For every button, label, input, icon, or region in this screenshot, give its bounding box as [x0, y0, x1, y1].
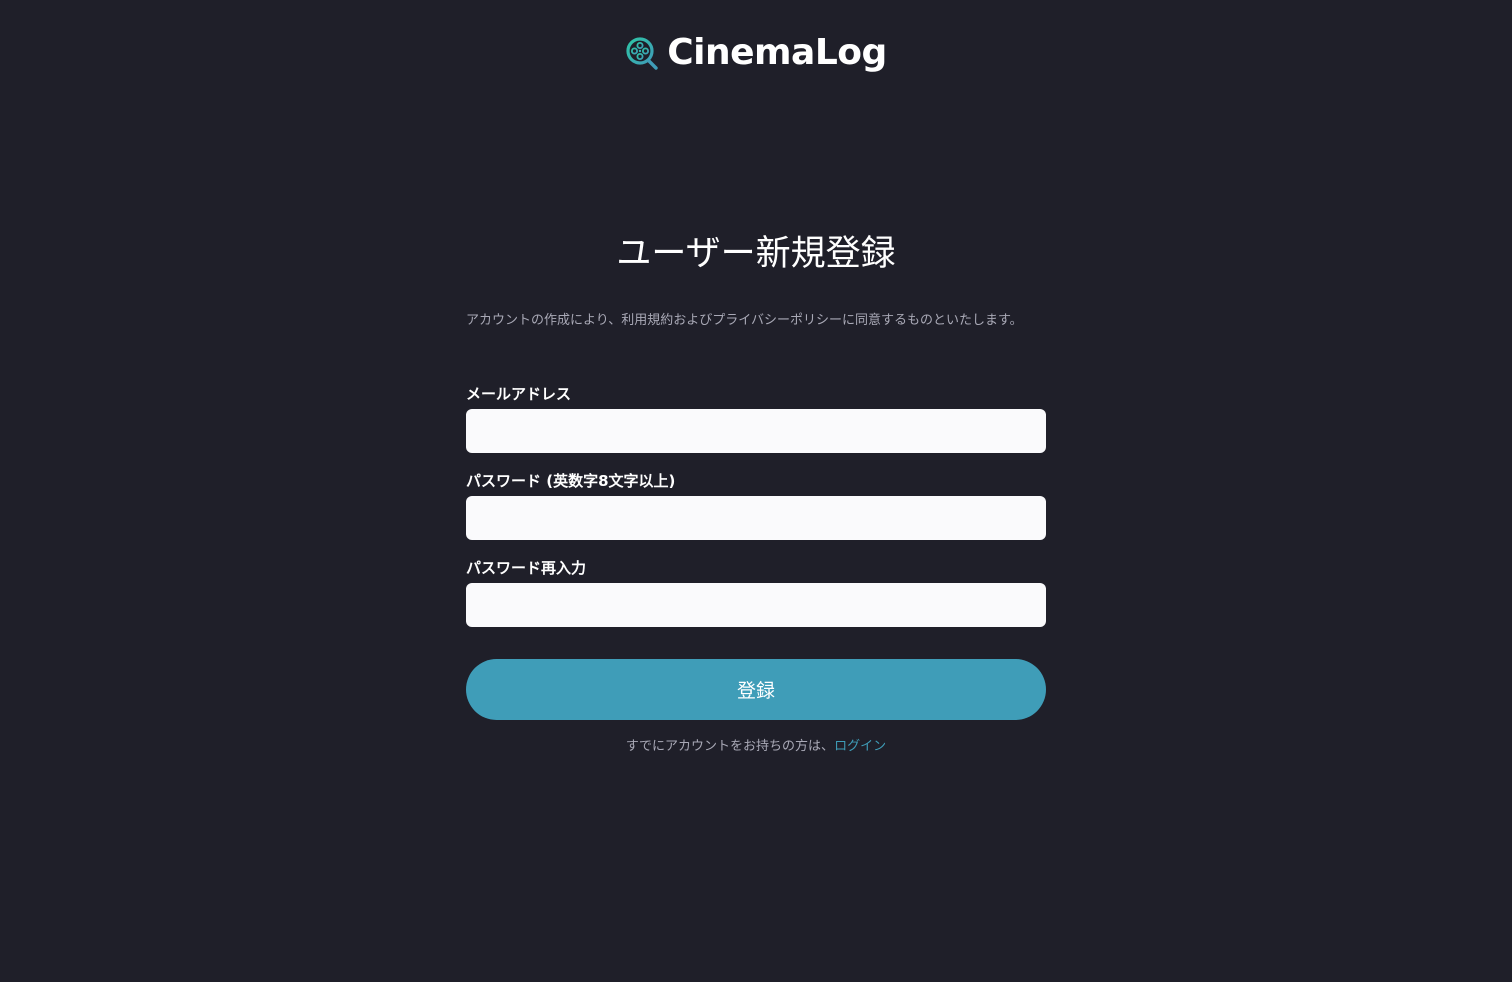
login-prompt: すでにアカウントをお持ちの方は、ログイン — [466, 737, 1046, 757]
email-label: メールアドレス — [466, 385, 572, 403]
password-label: パスワード (英数字8文字以上) — [466, 472, 676, 490]
password-confirm-field[interactable] — [466, 583, 1046, 627]
film-reel-search-icon — [626, 37, 658, 70]
page-title: ユーザー新規登録 — [616, 234, 896, 274]
brand-name: CinemaLog — [667, 32, 887, 73]
brand-logo[interactable]: CinemaLog — [625, 33, 887, 73]
login-prompt-text: すでにアカウントをお持ちの方は、 — [625, 739, 835, 754]
email-field[interactable] — [466, 409, 1046, 453]
header: CinemaLog — [0, 33, 1512, 73]
login-link[interactable]: ログイン — [834, 739, 886, 754]
password-field[interactable] — [466, 496, 1046, 540]
password-confirm-label: パスワード再入力 — [466, 559, 587, 577]
register-button[interactable]: 登録 — [466, 659, 1046, 720]
terms-notice: アカウントの作成により、利用規約およびプライバシーポリシーに同意するものといたし… — [466, 313, 1023, 328]
